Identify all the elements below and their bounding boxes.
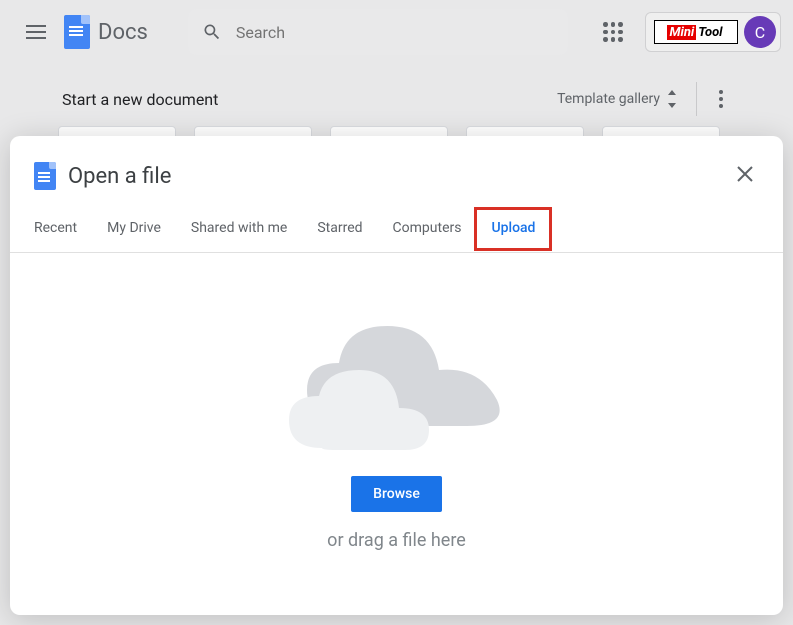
docs-icon	[64, 15, 90, 49]
docs-icon	[34, 162, 56, 190]
cloud-illustration	[267, 308, 527, 458]
search-icon	[202, 22, 222, 42]
search-box[interactable]	[188, 9, 568, 55]
account-avatar[interactable]: C	[744, 16, 776, 48]
minitool-badge: MiniTool	[654, 20, 738, 44]
open-file-dialog: Open a file Recent My Drive Shared with …	[10, 136, 783, 615]
apps-grid-icon	[603, 22, 623, 42]
annotation-highlight: Upload	[474, 207, 552, 251]
unfold-icon	[666, 90, 678, 108]
product-name: Docs	[98, 20, 148, 45]
tab-recent[interactable]: Recent	[34, 220, 77, 238]
header-right-tools: MiniTool C	[593, 12, 781, 52]
tab-my-drive[interactable]: My Drive	[107, 220, 161, 238]
drag-hint-text: or drag a file here	[327, 530, 466, 551]
tab-starred[interactable]: Starred	[317, 220, 362, 238]
app-header: Docs MiniTool C	[0, 0, 793, 64]
account-wrap: MiniTool C	[645, 12, 781, 52]
close-icon	[737, 166, 753, 182]
start-right-controls: Template gallery	[557, 82, 731, 116]
browse-button[interactable]: Browse	[351, 476, 442, 512]
dialog-title: Open a file	[68, 164, 171, 189]
template-gallery-button[interactable]: Template gallery	[557, 90, 678, 108]
main-menu-button[interactable]	[12, 8, 60, 56]
tab-upload[interactable]: Upload	[491, 220, 535, 236]
tab-computers[interactable]: Computers	[393, 220, 462, 238]
tab-shared-with-me[interactable]: Shared with me	[191, 220, 287, 238]
search-input[interactable]	[236, 23, 554, 42]
upload-drop-zone[interactable]: Browse or drag a file here	[34, 253, 759, 615]
start-new-doc-title: Start a new document	[62, 90, 218, 109]
dialog-tabs: Recent My Drive Shared with me Starred C…	[10, 220, 783, 253]
close-dialog-button[interactable]	[731, 160, 759, 192]
start-new-doc-bar: Start a new document Template gallery	[0, 64, 793, 126]
google-apps-button[interactable]	[593, 12, 633, 52]
template-gallery-label: Template gallery	[557, 91, 660, 107]
more-options-button[interactable]	[696, 82, 731, 116]
hamburger-icon	[26, 25, 46, 39]
dialog-header: Open a file	[34, 160, 759, 192]
product-logo[interactable]: Docs	[64, 15, 148, 49]
